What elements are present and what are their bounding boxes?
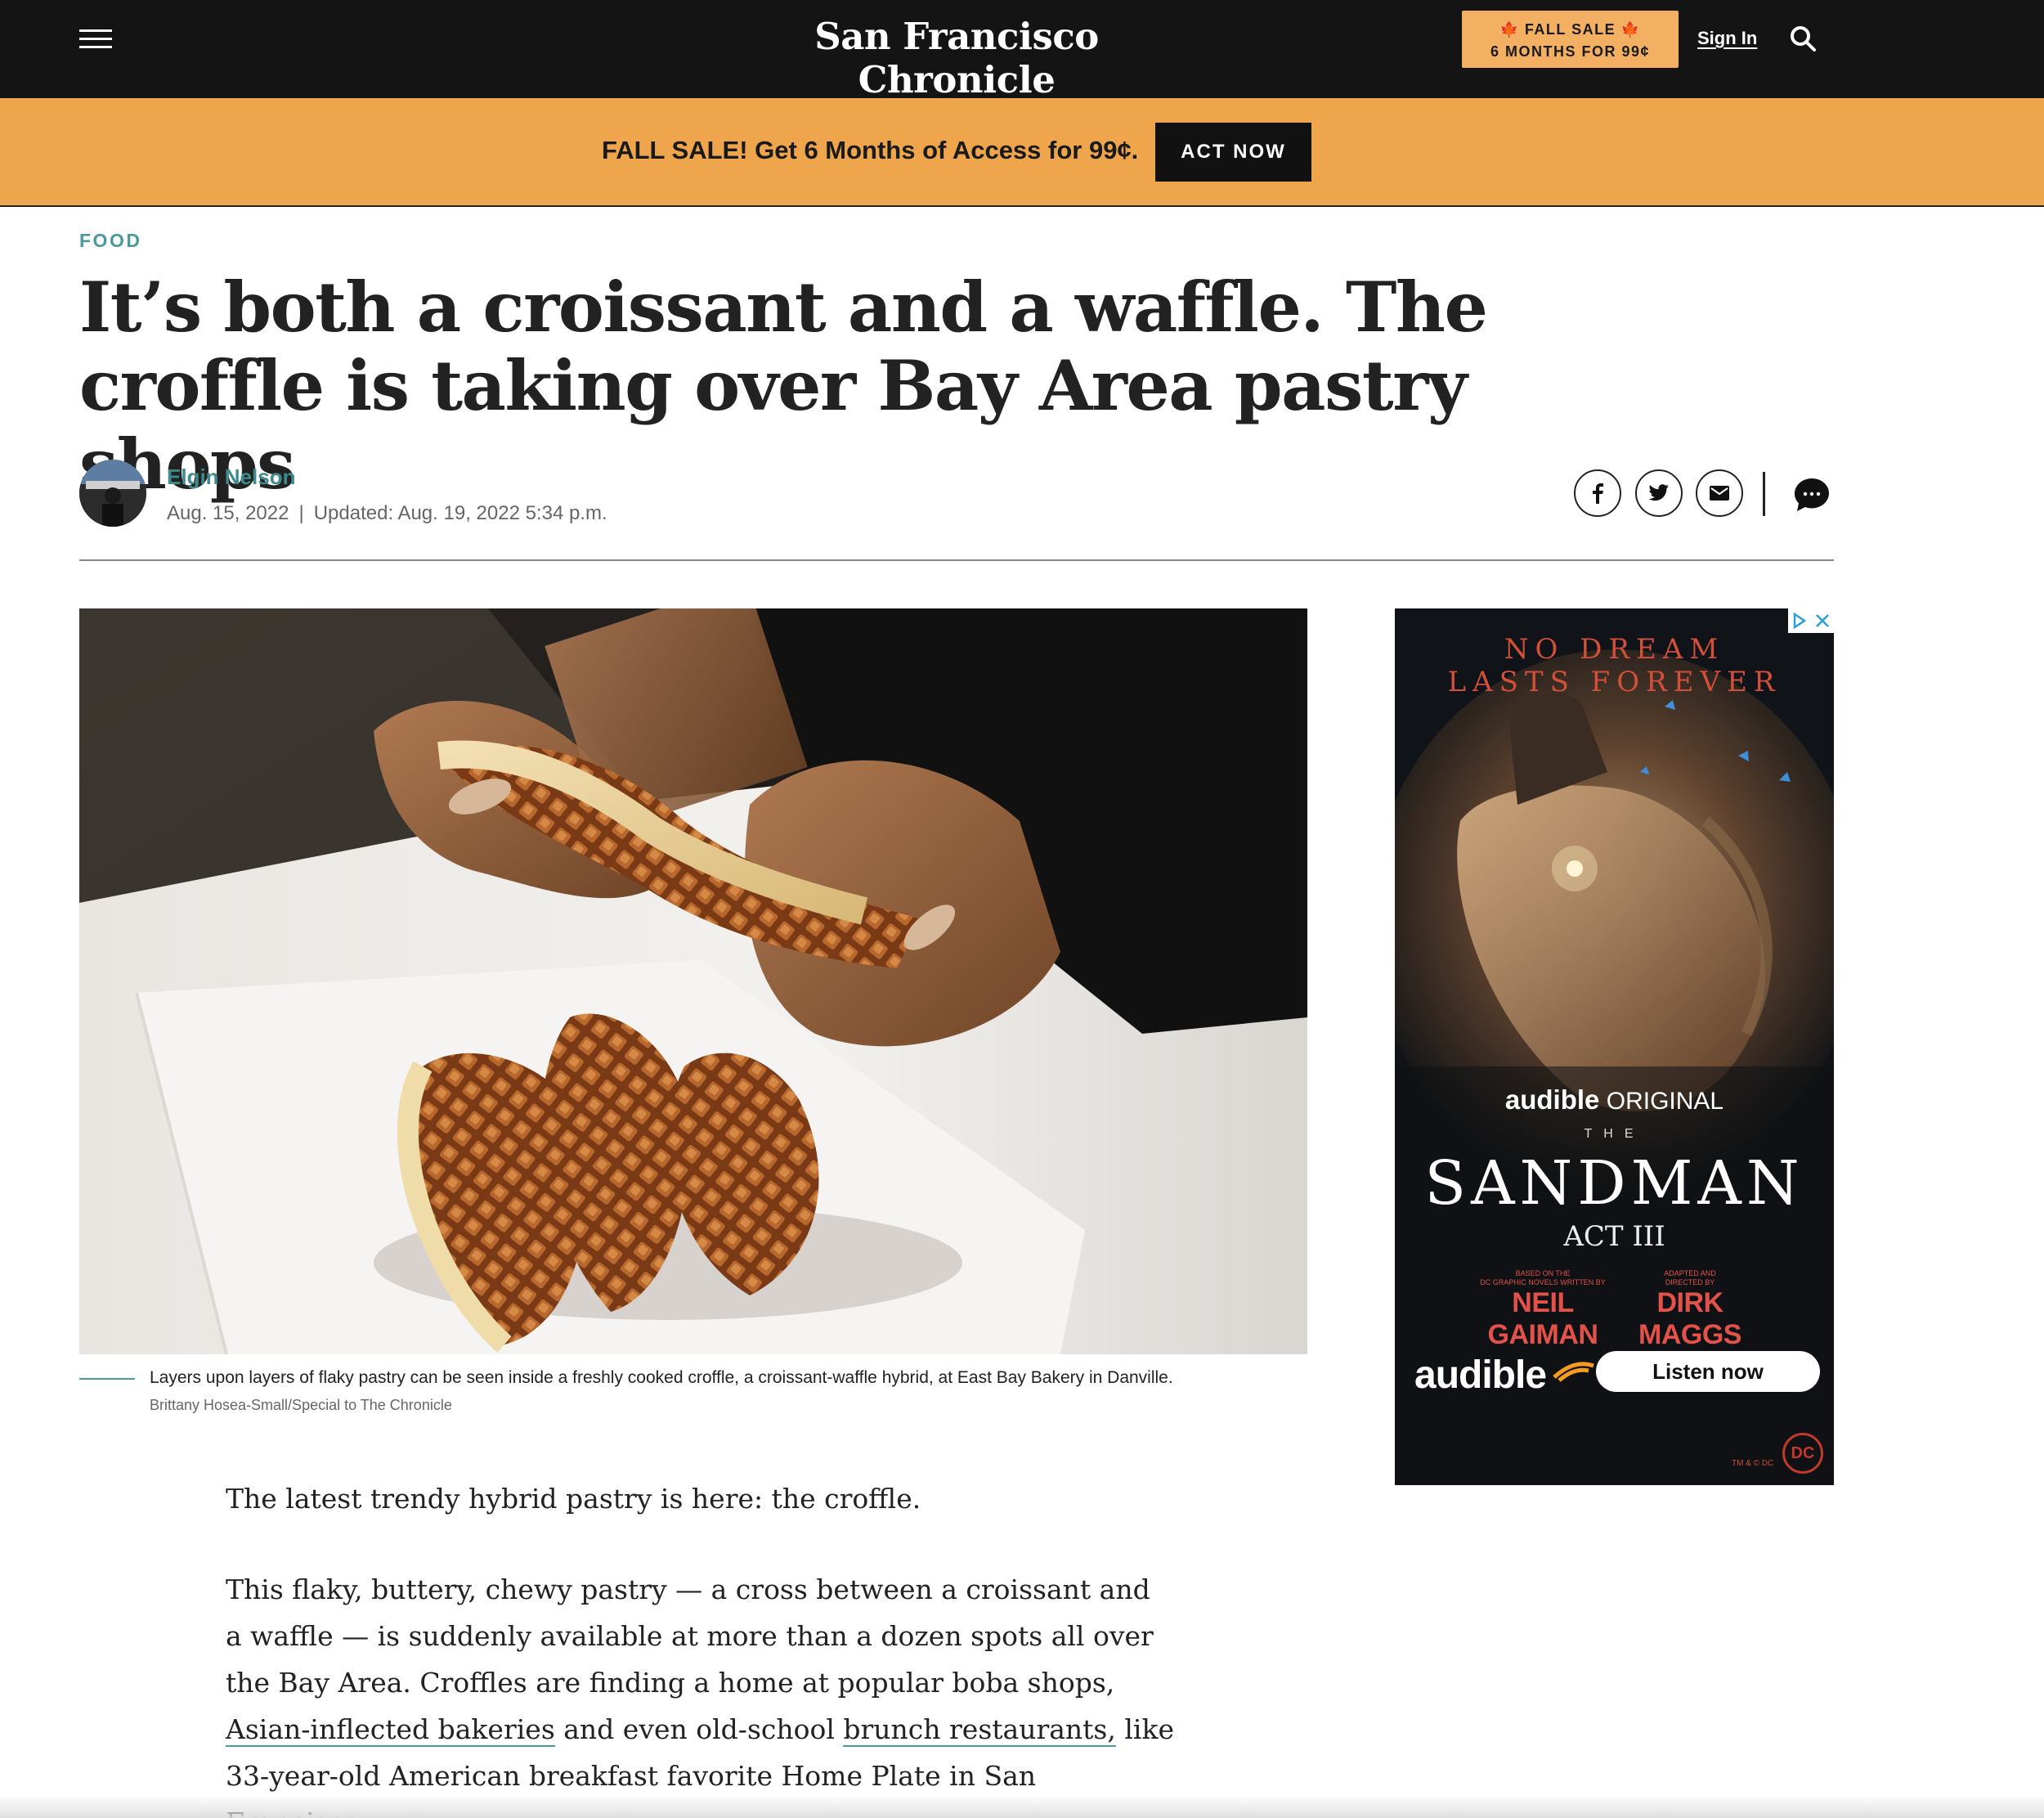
sale-button-line1: FALL SALE [1524, 21, 1616, 38]
facebook-share-icon[interactable] [1574, 469, 1621, 517]
email-share-icon[interactable] [1696, 469, 1743, 517]
ad-the-word: THE [1584, 1127, 1645, 1141]
article-paragraph-2: This flaky, buttery, chewy pastry — a cr… [226, 1566, 1174, 1818]
article-headline: It’s both a croissant and a waffle. The … [79, 267, 1488, 505]
fall-sale-subscribe-button[interactable]: 🍁 FALL SALE 🍁 6 MONTHS FOR 99¢ [1462, 11, 1679, 68]
comment-icon[interactable] [1794, 478, 1830, 512]
article-paragraph-1: The latest trendy hybrid pastry is here:… [226, 1483, 921, 1515]
site-masthead-logo[interactable]: San Francisco Chronicle [736, 15, 1177, 101]
audible-original-label: audible ORIGINAL [1395, 1084, 1834, 1115]
photo-credit: Brittany Hosea-Small/Special to The Chro… [150, 1397, 452, 1413]
ad-title: SANDMAN [1424, 1148, 1804, 1219]
updated-date: Updated: Aug. 19, 2022 5:34 p.m. [313, 502, 607, 524]
ad-act: ACT III [1563, 1220, 1665, 1253]
credit-right-small2: DIRECTED BY [1665, 1278, 1715, 1286]
credit-right-name: DIRK MAGGS [1638, 1287, 1741, 1350]
maple-leaf-icon: 🍁 [1620, 21, 1641, 38]
caption-accent-line [79, 1378, 135, 1380]
twitter-share-icon[interactable] [1635, 469, 1683, 517]
date-separator: | [298, 502, 304, 524]
promo-banner: FALL SALE! Get 6 Months of Access for 99… [0, 98, 2044, 207]
published-date: Aug. 15, 2022 [167, 502, 289, 524]
top-navigation-bar: San Francisco Chronicle 🍁 FALL SALE 🍁 6 … [0, 0, 2044, 101]
ad-headline-line2: LASTS FOREVER [1447, 666, 1782, 698]
author-name-link[interactable]: Elgin Nelson [167, 465, 295, 490]
paragraph2-text1: This flaky, buttery, chewy pastry — a cr… [226, 1573, 1154, 1699]
lead-photo-croffle[interactable] [79, 608, 1307, 1354]
article-dates: Aug. 15, 2022 | Updated: Aug. 19, 2022 5:3… [167, 502, 607, 525]
listen-now-button[interactable]: Listen now [1596, 1351, 1820, 1392]
dc-logo: DC [1782, 1433, 1823, 1474]
audible-logo: audible [1414, 1353, 1597, 1398]
sign-in-link[interactable]: Sign In [1697, 28, 1757, 49]
maple-leaf-icon: 🍁 [1499, 21, 1520, 38]
promo-text: FALL SALE! Get 6 Months of Access for 99… [602, 136, 1139, 164]
brunch-restaurants-link[interactable]: brunch restaurants, [843, 1713, 1116, 1747]
page-bottom-fade [0, 1795, 2044, 1818]
hamburger-menu-icon[interactable] [79, 29, 112, 49]
sandman-advertisement[interactable]: NO DREAM LASTS FOREVER audible ORIGINAL … [1395, 608, 1834, 1485]
sale-button-line2: 6 MONTHS FOR 99¢ [1490, 43, 1651, 60]
author-avatar[interactable] [79, 460, 146, 527]
audible-word: audible [1504, 1084, 1600, 1115]
paragraph2-text2: and even old-school [554, 1713, 844, 1745]
ad-close-icon[interactable] [1811, 608, 1834, 633]
photo-caption: Layers upon layers of flaky pastry can b… [150, 1368, 1173, 1387]
audible-wave-icon [1553, 1362, 1595, 1382]
ad-credit-director: ADAPTED AND DIRECTED BY DIRK MAGGS [1620, 1269, 1759, 1351]
credit-left-name: NEIL GAIMAN [1487, 1287, 1598, 1350]
ad-headline: NO DREAM LASTS FOREVER [1395, 633, 1834, 698]
ad-controls [1788, 608, 1834, 633]
audible-brand-text: audible [1414, 1353, 1547, 1397]
ad-trademark: TM & © DC [1732, 1459, 1774, 1468]
section-label[interactable]: FOOD [79, 230, 141, 252]
credit-left-small1: BASED ON THE [1515, 1269, 1571, 1277]
adchoices-icon[interactable] [1788, 608, 1811, 633]
share-divider [1763, 472, 1765, 516]
credit-left-small2: DC GRAPHIC NOVELS WRITTEN BY [1480, 1278, 1606, 1286]
credit-right-small1: ADAPTED AND [1664, 1269, 1716, 1277]
ad-headline-line1: NO DREAM [1504, 633, 1725, 666]
ad-credit-writer: BASED ON THE DC GRAPHIC NOVELS WRITTEN B… [1473, 1269, 1612, 1351]
asian-bakeries-link[interactable]: Asian-inflected bakeries [226, 1713, 555, 1747]
original-word: ORIGINAL [1606, 1088, 1724, 1115]
act-now-button[interactable]: ACT NOW [1155, 123, 1311, 182]
search-icon[interactable] [1789, 25, 1818, 54]
header-divider [79, 559, 1834, 561]
